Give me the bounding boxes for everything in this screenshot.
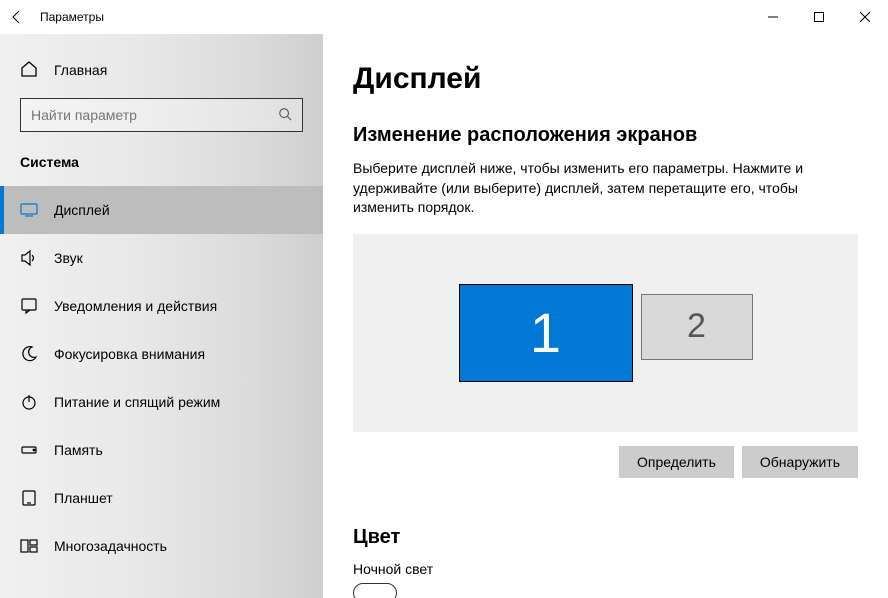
- nightlight-label: Ночной свет: [353, 561, 858, 577]
- sidebar-item-storage[interactable]: Память: [0, 426, 323, 474]
- nightlight-toggle[interactable]: [353, 583, 397, 598]
- arrange-buttons: Определить Обнаружить: [353, 446, 858, 478]
- sidebar-item-display[interactable]: Дисплей: [0, 186, 323, 234]
- close-button[interactable]: [842, 0, 888, 34]
- search-icon: [278, 107, 292, 124]
- minimize-button[interactable]: [750, 0, 796, 34]
- sidebar-item-label: Планшет: [54, 490, 113, 506]
- sidebar-item-label: Уведомления и действия: [54, 298, 217, 314]
- arrow-left-icon: [9, 9, 25, 25]
- window-title: Параметры: [34, 10, 104, 24]
- maximize-icon: [814, 12, 824, 22]
- titlebar: Параметры: [0, 0, 888, 34]
- sidebar-item-label: Фокусировка внимания: [54, 346, 205, 362]
- rearrange-description: Выберите дисплей ниже, чтобы изменить ег…: [353, 159, 858, 218]
- multitasking-icon: [20, 537, 38, 555]
- sidebar-item-label: Питание и спящий режим: [54, 394, 220, 410]
- home-icon: [20, 60, 38, 81]
- sidebar-category: Система: [0, 132, 323, 186]
- page-title: Дисплей: [353, 62, 858, 96]
- maximize-button[interactable]: [796, 0, 842, 34]
- display-arrange-canvas[interactable]: 1 2: [353, 234, 858, 432]
- back-button[interactable]: [0, 0, 34, 34]
- sidebar-item-notifications[interactable]: Уведомления и действия: [0, 282, 323, 330]
- focus-icon: [20, 345, 38, 363]
- display-icon: [20, 201, 38, 219]
- sidebar: Главная Система Дисплей Звук: [0, 34, 323, 598]
- search-input[interactable]: [31, 107, 278, 123]
- sidebar-item-label: Многозадачность: [54, 538, 167, 554]
- color-heading: Цвет: [353, 526, 858, 549]
- sidebar-item-focus[interactable]: Фокусировка внимания: [0, 330, 323, 378]
- sidebar-nav: Дисплей Звук Уведомления и действия Фоку…: [0, 186, 323, 570]
- sidebar-item-sound[interactable]: Звук: [0, 234, 323, 282]
- display-tile-2[interactable]: 2: [641, 294, 753, 360]
- notifications-icon: [20, 297, 38, 315]
- minimize-icon: [768, 12, 778, 22]
- sidebar-home[interactable]: Главная: [0, 50, 323, 90]
- close-icon: [860, 12, 870, 22]
- storage-icon: [20, 441, 38, 459]
- sidebar-item-power[interactable]: Питание и спящий режим: [0, 378, 323, 426]
- sidebar-item-multitasking[interactable]: Многозадачность: [0, 522, 323, 570]
- rearrange-heading: Изменение расположения экранов: [353, 124, 858, 147]
- power-icon: [20, 393, 38, 411]
- tablet-icon: [20, 489, 38, 507]
- sidebar-item-tablet[interactable]: Планшет: [0, 474, 323, 522]
- display-tile-1[interactable]: 1: [459, 284, 633, 382]
- sound-icon: [20, 249, 38, 267]
- identify-button[interactable]: Определить: [619, 446, 734, 478]
- sidebar-item-label: Дисплей: [54, 202, 110, 218]
- detect-button[interactable]: Обнаружить: [742, 446, 858, 478]
- main-content: Дисплей Изменение расположения экранов В…: [323, 34, 888, 598]
- sidebar-item-label: Звук: [54, 250, 83, 266]
- sidebar-item-label: Память: [54, 442, 103, 458]
- search-input-container[interactable]: [20, 98, 303, 132]
- sidebar-home-label: Главная: [54, 62, 107, 78]
